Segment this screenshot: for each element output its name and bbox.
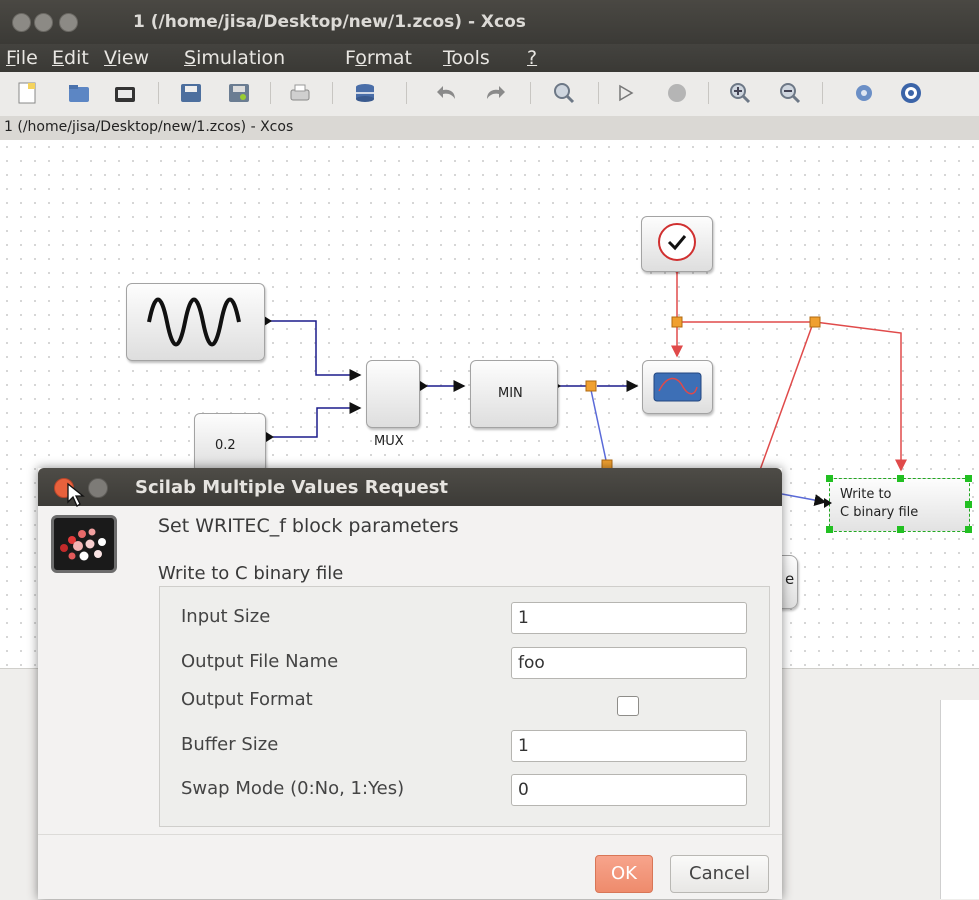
min-block[interactable]: MIN xyxy=(470,360,558,428)
cancel-button[interactable]: Cancel xyxy=(670,855,769,893)
swap-mode-field[interactable] xyxy=(511,774,747,806)
dialog-title: Scilab Multiple Values Request xyxy=(135,477,449,498)
link-split-down xyxy=(590,389,608,466)
dialog-titlebar: Scilab Multiple Values Request xyxy=(38,468,782,507)
link-sine-to-mux xyxy=(270,320,362,381)
scope-block[interactable] xyxy=(642,360,713,414)
min-label: MIN xyxy=(498,386,523,401)
dialog-heading: Set WRITEC_f block parameters xyxy=(158,515,459,537)
constant-value: 0.2 xyxy=(215,438,236,453)
selection-handles xyxy=(824,475,972,533)
parameters-panel: Input Size Output File Name Output Forma… xyxy=(159,586,770,827)
mux-block[interactable] xyxy=(366,360,420,428)
scilab-logo-icon xyxy=(51,515,117,573)
multiple-values-dialog: Scilab Multiple Values Request Set WRITE… xyxy=(38,468,782,899)
output-format-label: Output Format xyxy=(181,689,313,710)
output-file-name-label: Output File Name xyxy=(181,651,339,672)
mux-label: MUX xyxy=(374,434,404,449)
constant-block[interactable]: 0.2 xyxy=(194,413,266,473)
sine-generator-block[interactable] xyxy=(126,283,265,361)
buffer-size-field[interactable] xyxy=(511,730,747,762)
dialog-minimize-button[interactable] xyxy=(88,478,108,498)
hidden-block-label: e xyxy=(785,570,795,588)
output-file-name-field[interactable] xyxy=(511,647,747,679)
lower-side-panel xyxy=(940,700,979,899)
sine-wave-icon xyxy=(147,297,241,347)
ok-button[interactable]: OK xyxy=(595,855,653,893)
clock-block[interactable] xyxy=(641,216,713,272)
link-const-to-mux xyxy=(273,402,362,438)
swap-mode-label: Swap Mode (0:No, 1:Yes) xyxy=(181,778,405,799)
link-to-writer xyxy=(781,493,827,506)
input-size-field[interactable] xyxy=(511,602,747,634)
event-split-down xyxy=(759,325,813,471)
event-split-right xyxy=(682,321,907,472)
output-format-checkbox[interactable] xyxy=(617,696,639,716)
input-size-label: Input Size xyxy=(181,606,271,627)
scope-icon xyxy=(653,372,702,402)
dialog-subheading: Write to C binary file xyxy=(158,563,344,584)
clock-icon xyxy=(658,223,696,261)
buffer-size-label: Buffer Size xyxy=(181,734,279,755)
dialog-separator xyxy=(38,834,782,835)
mouse-cursor-icon xyxy=(67,482,85,507)
